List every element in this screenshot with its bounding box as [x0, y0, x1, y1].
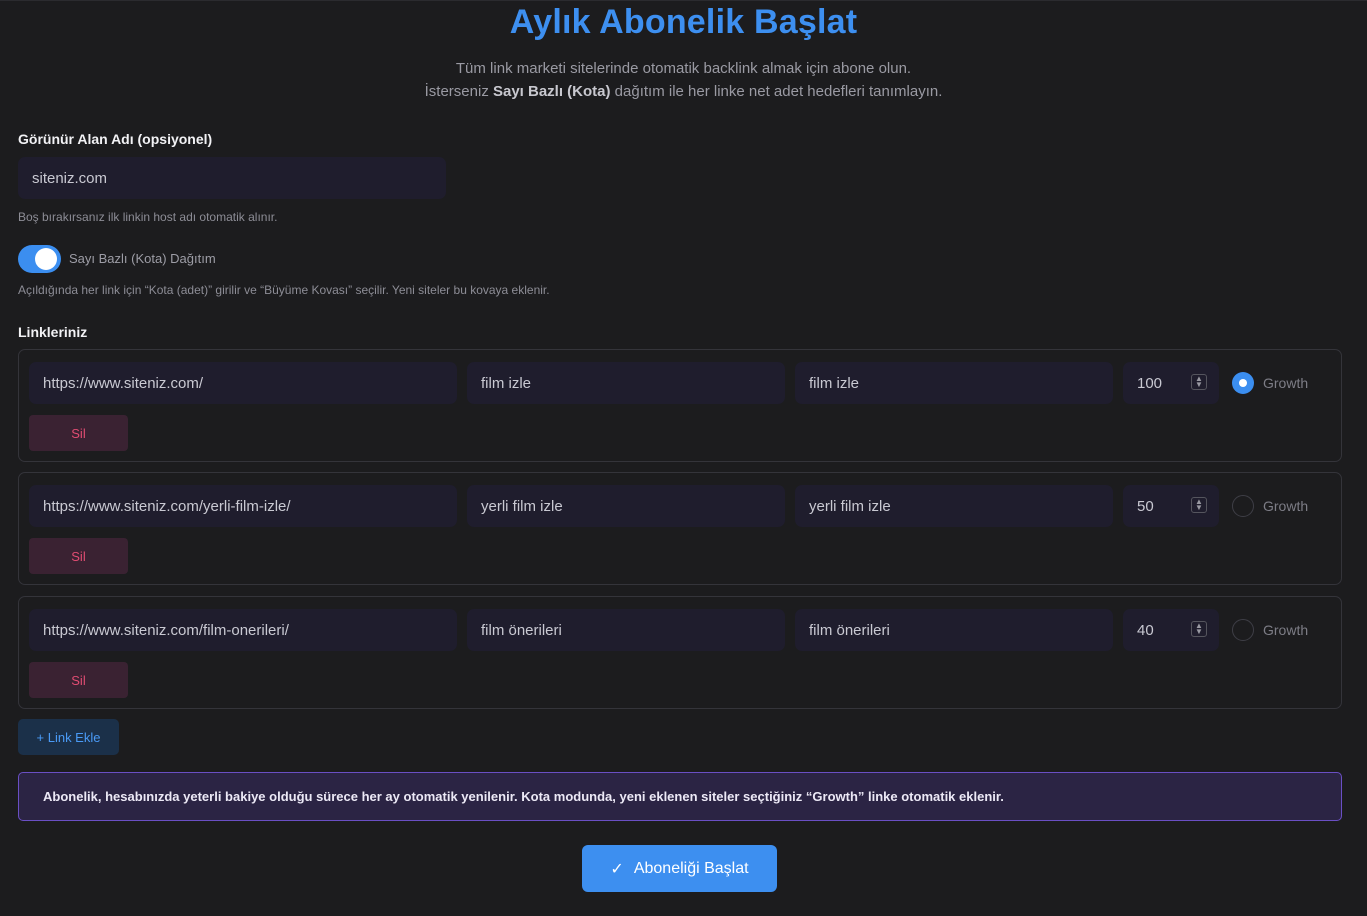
quota-input[interactable]: 100 ▲ ▼: [1123, 362, 1219, 404]
stepper-icon[interactable]: ▲ ▼: [1191, 497, 1207, 513]
page-subtitle: Tüm link marketi sitelerinde otomatik ba…: [0, 57, 1367, 103]
page-title: Aylık Abonelik Başlat: [509, 3, 858, 41]
domain-input[interactable]: siteniz.com: [18, 157, 446, 199]
quota-input[interactable]: 50 ▲ ▼: [1123, 485, 1219, 527]
quota-value: 40: [1137, 621, 1154, 639]
growth-label: Growth: [1263, 498, 1309, 514]
start-subscription-button[interactable]: ✓ Aboneliği Başlat: [582, 845, 777, 892]
growth-label: Growth: [1263, 622, 1309, 638]
keyword-input[interactable]: yerli film izle: [795, 485, 1113, 527]
link-row: https://www.siteniz.com/film-onerileri/ …: [18, 596, 1342, 709]
url-input[interactable]: https://www.siteniz.com/: [29, 362, 457, 404]
subtitle-line-2: İsterseniz Sayı Bazlı (Kota) dağıtım ile…: [0, 80, 1367, 103]
quota-value: 100: [1137, 374, 1163, 392]
subtitle-line-1: Tüm link marketi sitelerinde otomatik ba…: [455, 60, 912, 77]
growth-label: Growth: [1263, 375, 1309, 391]
delete-button[interactable]: Sil: [29, 538, 128, 574]
quota-hint: Açıldığında her link için “Kota (adet)” …: [18, 283, 550, 297]
links-label: Linkleriniz: [18, 324, 88, 340]
add-link-button[interactable]: + Link Ekle: [18, 719, 119, 755]
stepper-icon[interactable]: ▲ ▼: [1191, 621, 1207, 637]
growth-radio[interactable]: [1232, 372, 1254, 394]
quota-value: 50: [1137, 497, 1154, 515]
keyword-input[interactable]: film izle: [795, 362, 1113, 404]
delete-button[interactable]: Sil: [29, 415, 128, 451]
growth-radio[interactable]: [1232, 495, 1254, 517]
check-icon: ✓: [610, 860, 624, 878]
growth-radio[interactable]: [1232, 619, 1254, 641]
url-input[interactable]: https://www.siteniz.com/yerli-film-izle/: [29, 485, 457, 527]
anchor-input[interactable]: yerli film izle: [467, 485, 785, 527]
domain-field-label: Görünür Alan Adı (opsiyonel): [18, 131, 213, 147]
quota-input[interactable]: 40 ▲ ▼: [1123, 609, 1219, 651]
quota-toggle[interactable]: [18, 245, 61, 273]
subtitle-emphasis: Sayı Bazlı (Kota): [492, 83, 611, 100]
url-input[interactable]: https://www.siteniz.com/film-onerileri/: [29, 609, 457, 651]
link-row: https://www.siteniz.com/yerli-film-izle/…: [18, 472, 1342, 585]
stepper-icon[interactable]: ▲ ▼: [1191, 374, 1207, 390]
subtitle-text: İsterseniz: [424, 83, 493, 100]
submit-label: Aboneliği Başlat: [633, 859, 749, 877]
domain-hint: Boş bırakırsanız ilk linkin host adı oto…: [18, 210, 278, 224]
anchor-input[interactable]: film önerileri: [467, 609, 785, 651]
subtitle-text: dağıtım ile her linke net adet hedefleri…: [610, 83, 943, 100]
delete-button[interactable]: Sil: [29, 662, 128, 698]
quota-toggle-label: Sayı Bazlı (Kota) Dağıtım: [69, 251, 216, 266]
anchor-input[interactable]: film izle: [467, 362, 785, 404]
keyword-input[interactable]: film önerileri: [795, 609, 1113, 651]
link-row: https://www.siteniz.com/ film izle film …: [18, 349, 1342, 462]
toggle-knob: [35, 248, 57, 270]
renewal-notice: Abonelik, hesabınızda yeterli bakiye old…: [18, 772, 1342, 821]
